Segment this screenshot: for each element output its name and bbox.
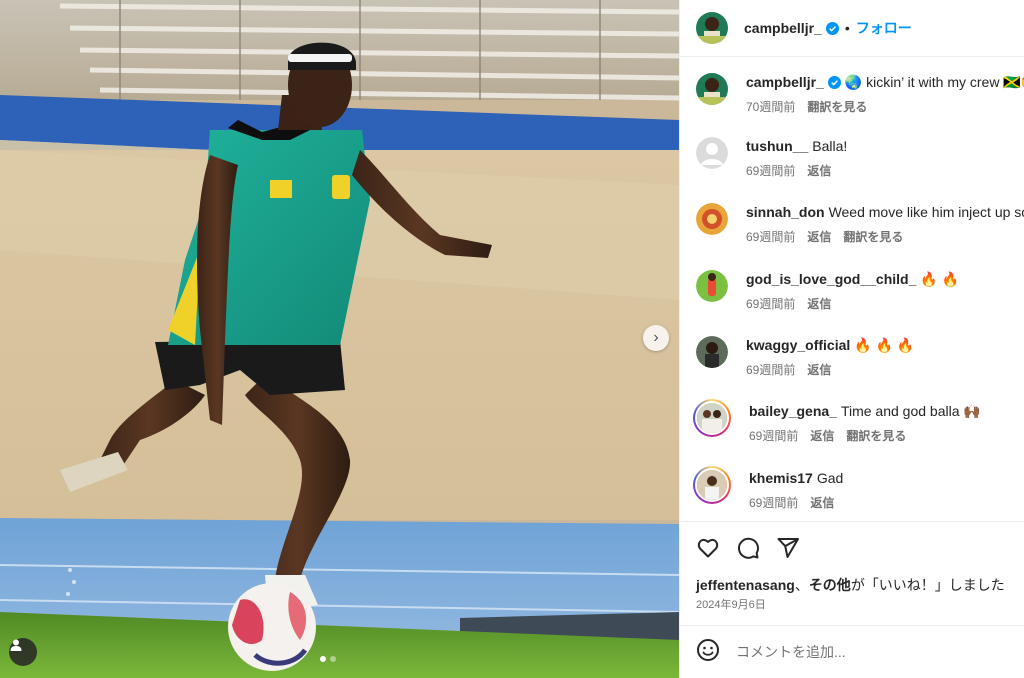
- comment-avatar[interactable]: [696, 137, 728, 169]
- reply-link[interactable]: 返信: [807, 295, 831, 312]
- reply-link[interactable]: 返信: [810, 427, 834, 444]
- reply-link[interactable]: 返信: [807, 162, 831, 179]
- comment-item: bailey_gena_ Time and god balla 🙌🏾 69週間前 …: [693, 399, 1024, 444]
- comment-time[interactable]: 69週間前: [749, 494, 798, 511]
- avatar-image: [696, 12, 728, 44]
- see-translation-link[interactable]: 翻訳を見る: [807, 98, 867, 115]
- comment-text: 🌏 kickin’ it with my crew 🇯🇲🤩: [844, 74, 1024, 90]
- verified-badge-icon: [825, 21, 839, 35]
- reply-link[interactable]: 返信: [807, 361, 831, 378]
- comment-text: Gad: [816, 470, 844, 486]
- comment-item: god_is_love_god__child_ 🔥 🔥 69週間前 返信: [696, 270, 1024, 312]
- next-image-button[interactable]: ›: [643, 325, 669, 351]
- follow-button[interactable]: フォロー: [856, 18, 912, 38]
- add-comment-bar: [680, 625, 1024, 678]
- see-translation-link[interactable]: 翻訳を見る: [846, 427, 906, 444]
- heart-icon[interactable]: [696, 536, 720, 560]
- comment-time[interactable]: 69週間前: [746, 295, 795, 312]
- avatar-image: [696, 270, 728, 302]
- post-header: campbelljr_ • フォロー: [680, 0, 1024, 57]
- comment-time[interactable]: 69週間前: [746, 162, 795, 179]
- post-image: [0, 0, 679, 678]
- default-avatar-icon: [696, 137, 728, 169]
- likes-summary: jeffentenasang、その他が「いいね！」しました: [680, 566, 1024, 594]
- comment-avatar[interactable]: [696, 336, 728, 368]
- liker-username[interactable]: jeffentenasang: [696, 577, 795, 593]
- author-avatar[interactable]: [696, 12, 728, 44]
- see-translation-link[interactable]: 翻訳を見る: [843, 228, 903, 245]
- share-icon[interactable]: [776, 536, 800, 560]
- comment-text: Weed move like him inject up so: [828, 204, 1024, 220]
- person-tag-icon: [10, 639, 22, 651]
- likes-suffix: が「いいね！」しました: [850, 577, 1005, 593]
- comment-item: kwaggy_official 🔥 🔥 🔥 69週間前 返信: [696, 336, 1024, 378]
- avatar-image: [696, 203, 728, 235]
- comment-time[interactable]: 69週間前: [749, 427, 798, 444]
- carousel-indicator: [320, 656, 336, 662]
- comment-list[interactable]: campbelljr_ 🌏 kickin’ it with my crew 🇯🇲🤩…: [680, 57, 1024, 521]
- carousel-dot: [330, 656, 336, 662]
- comment-time[interactable]: 69週間前: [746, 361, 795, 378]
- avatar-image: [696, 73, 728, 105]
- avatar-image: [696, 336, 728, 368]
- post-date[interactable]: 2024年9月6日: [680, 594, 1024, 612]
- comment-text: 🔥 🔥: [920, 271, 960, 287]
- post-actions: jeffentenasang、その他が「いいね！」しました 2024年9月6日: [680, 521, 1024, 612]
- comment-input[interactable]: [736, 644, 996, 660]
- header-separator: •: [844, 20, 850, 36]
- comment-avatar[interactable]: [696, 270, 728, 302]
- comment-text: Balla!: [812, 138, 848, 154]
- comment-icon[interactable]: [736, 536, 760, 560]
- comment-username[interactable]: tushun__: [746, 138, 808, 154]
- avatar-image: [697, 403, 727, 433]
- comment-username[interactable]: god_is_love_god__child_: [746, 271, 916, 287]
- comment-username[interactable]: bailey_gena_: [749, 403, 837, 419]
- post-side-panel: campbelljr_ • フォロー campbelljr_ 🌏 kickin’…: [679, 0, 1024, 678]
- comment-avatar[interactable]: [696, 73, 728, 105]
- author-username[interactable]: campbelljr_: [744, 20, 822, 36]
- comment-username[interactable]: khemis17: [749, 470, 813, 486]
- story-ring-avatar[interactable]: [693, 399, 731, 437]
- others-link[interactable]: その他: [809, 577, 851, 593]
- avatar-image: [697, 470, 727, 500]
- story-ring-avatar[interactable]: [693, 466, 731, 504]
- emoji-icon[interactable]: [696, 638, 720, 667]
- caption: campbelljr_ 🌏 kickin’ it with my crew 🇯🇲🤩…: [696, 73, 1024, 115]
- comment-avatar[interactable]: [696, 203, 728, 235]
- reply-link[interactable]: 返信: [807, 228, 831, 245]
- reply-link[interactable]: 返信: [810, 494, 834, 511]
- likes-separator: 、: [794, 577, 809, 593]
- chevron-right-icon: ›: [653, 329, 659, 346]
- comment-time[interactable]: 70週間前: [746, 98, 795, 115]
- comment-text: Time and god balla 🙌🏾: [840, 403, 981, 419]
- comment-item: tushun__ Balla! 69週間前 返信: [696, 137, 1024, 179]
- comment-item: sinnah_don Weed move like him inject up s…: [696, 203, 1024, 245]
- comment-username[interactable]: campbelljr_: [746, 74, 824, 90]
- comment-time[interactable]: 69週間前: [746, 228, 795, 245]
- post-photo[interactable]: ›: [0, 0, 679, 678]
- comment-text: 🔥 🔥 🔥: [854, 337, 915, 353]
- comment-item: khemis17 Gad 69週間前 返信: [693, 466, 1024, 511]
- carousel-dot-active: [320, 656, 326, 662]
- tagged-people-button[interactable]: [9, 638, 37, 666]
- verified-badge-icon: [827, 76, 841, 89]
- comment-username[interactable]: kwaggy_official: [746, 337, 850, 353]
- comment-username[interactable]: sinnah_don: [746, 204, 825, 220]
